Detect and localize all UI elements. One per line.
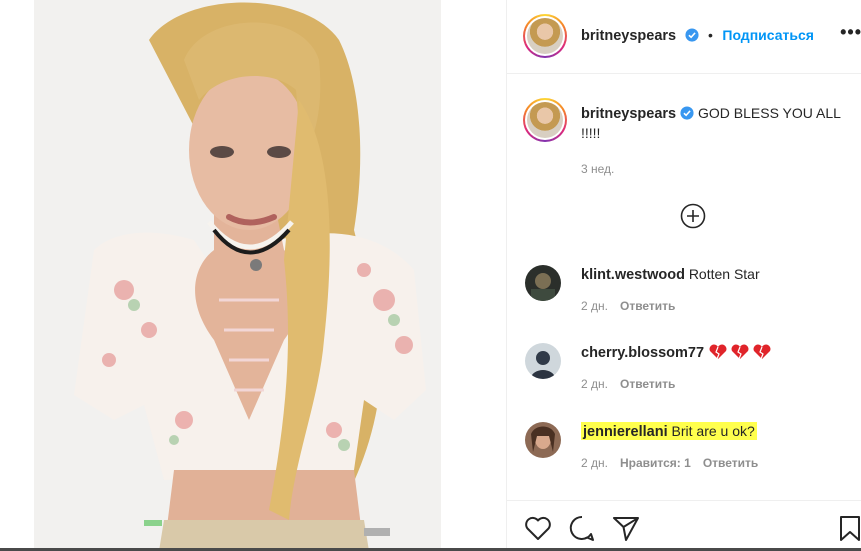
comment-body: Rotten Star	[688, 266, 760, 282]
comment-icon[interactable]	[567, 513, 597, 543]
post-photo-illustration	[34, 0, 441, 551]
comment-item: jennierellani Brit are u ok? 2 дн. Нравит…	[507, 422, 861, 492]
post-actions-bar	[507, 500, 861, 551]
follow-button[interactable]: Подписаться	[722, 27, 814, 43]
post-media-area	[0, 0, 506, 551]
comment-body: Brit are u ok?	[671, 423, 755, 439]
heart-icon[interactable]	[523, 513, 553, 543]
author-username[interactable]: britneyspears	[581, 28, 676, 44]
header-user-line: britneyspears • Подписаться	[581, 27, 814, 45]
comment-username[interactable]: jennierellani	[583, 424, 668, 440]
post-header: britneyspears • Подписаться •••	[507, 0, 861, 74]
comment-time[interactable]: 2 дн.	[581, 377, 608, 391]
comment-username[interactable]: cherry.blossom77	[581, 345, 704, 361]
caption-text: britneyspears GOD BLESS YOU ALL !!!!!	[581, 104, 853, 143]
comment-time[interactable]: 2 дн.	[581, 456, 608, 470]
highlighted-comment: jennierellani Brit are u ok?	[581, 422, 757, 440]
caption-author-avatar[interactable]	[523, 98, 567, 142]
reply-button[interactable]: Ответить	[703, 456, 758, 470]
comment-avatar[interactable]	[525, 265, 561, 301]
load-more-comments-plus-circle-icon[interactable]	[680, 203, 706, 229]
bookmark-icon[interactable]	[835, 513, 861, 543]
separator-dot: •	[708, 27, 713, 43]
caption-username[interactable]: britneyspears	[581, 106, 676, 122]
post-photo[interactable]	[34, 0, 441, 551]
comment-text: cherry.blossom77	[581, 343, 774, 363]
comment-time[interactable]: 2 дн.	[581, 299, 608, 313]
comment-avatar[interactable]	[525, 422, 561, 458]
comment-meta: 2 дн. Ответить	[581, 299, 675, 313]
comment-avatar[interactable]	[525, 343, 561, 379]
reply-button[interactable]: Ответить	[620, 377, 675, 391]
verified-badge-icon	[680, 106, 694, 120]
broken-heart-emojis-icon	[709, 344, 771, 360]
author-avatar[interactable]	[523, 14, 567, 58]
comment-item: cherry.blossom77 2 дн. Ответить	[507, 343, 861, 413]
post-details-panel: britneyspears • Подписаться ••• britneys…	[506, 0, 861, 551]
share-icon[interactable]	[611, 513, 641, 543]
comment-meta: 2 дн. Нравится: 1 Ответить	[581, 456, 758, 470]
comment-text: jennierellani Brit are u ok?	[581, 422, 757, 442]
verified-badge-icon	[685, 28, 699, 42]
comment-likes[interactable]: Нравится: 1	[620, 456, 691, 470]
comment-text: klint.westwood Rotten Star	[581, 265, 760, 285]
comment-meta: 2 дн. Ответить	[581, 377, 675, 391]
more-options-button[interactable]: •••	[840, 22, 861, 43]
caption-timestamp: 3 нед.	[581, 162, 615, 176]
comment-username[interactable]: klint.westwood	[581, 267, 685, 283]
reply-button[interactable]: Ответить	[620, 299, 675, 313]
comment-item: klint.westwood Rotten Star 2 дн. Ответить	[507, 265, 861, 335]
